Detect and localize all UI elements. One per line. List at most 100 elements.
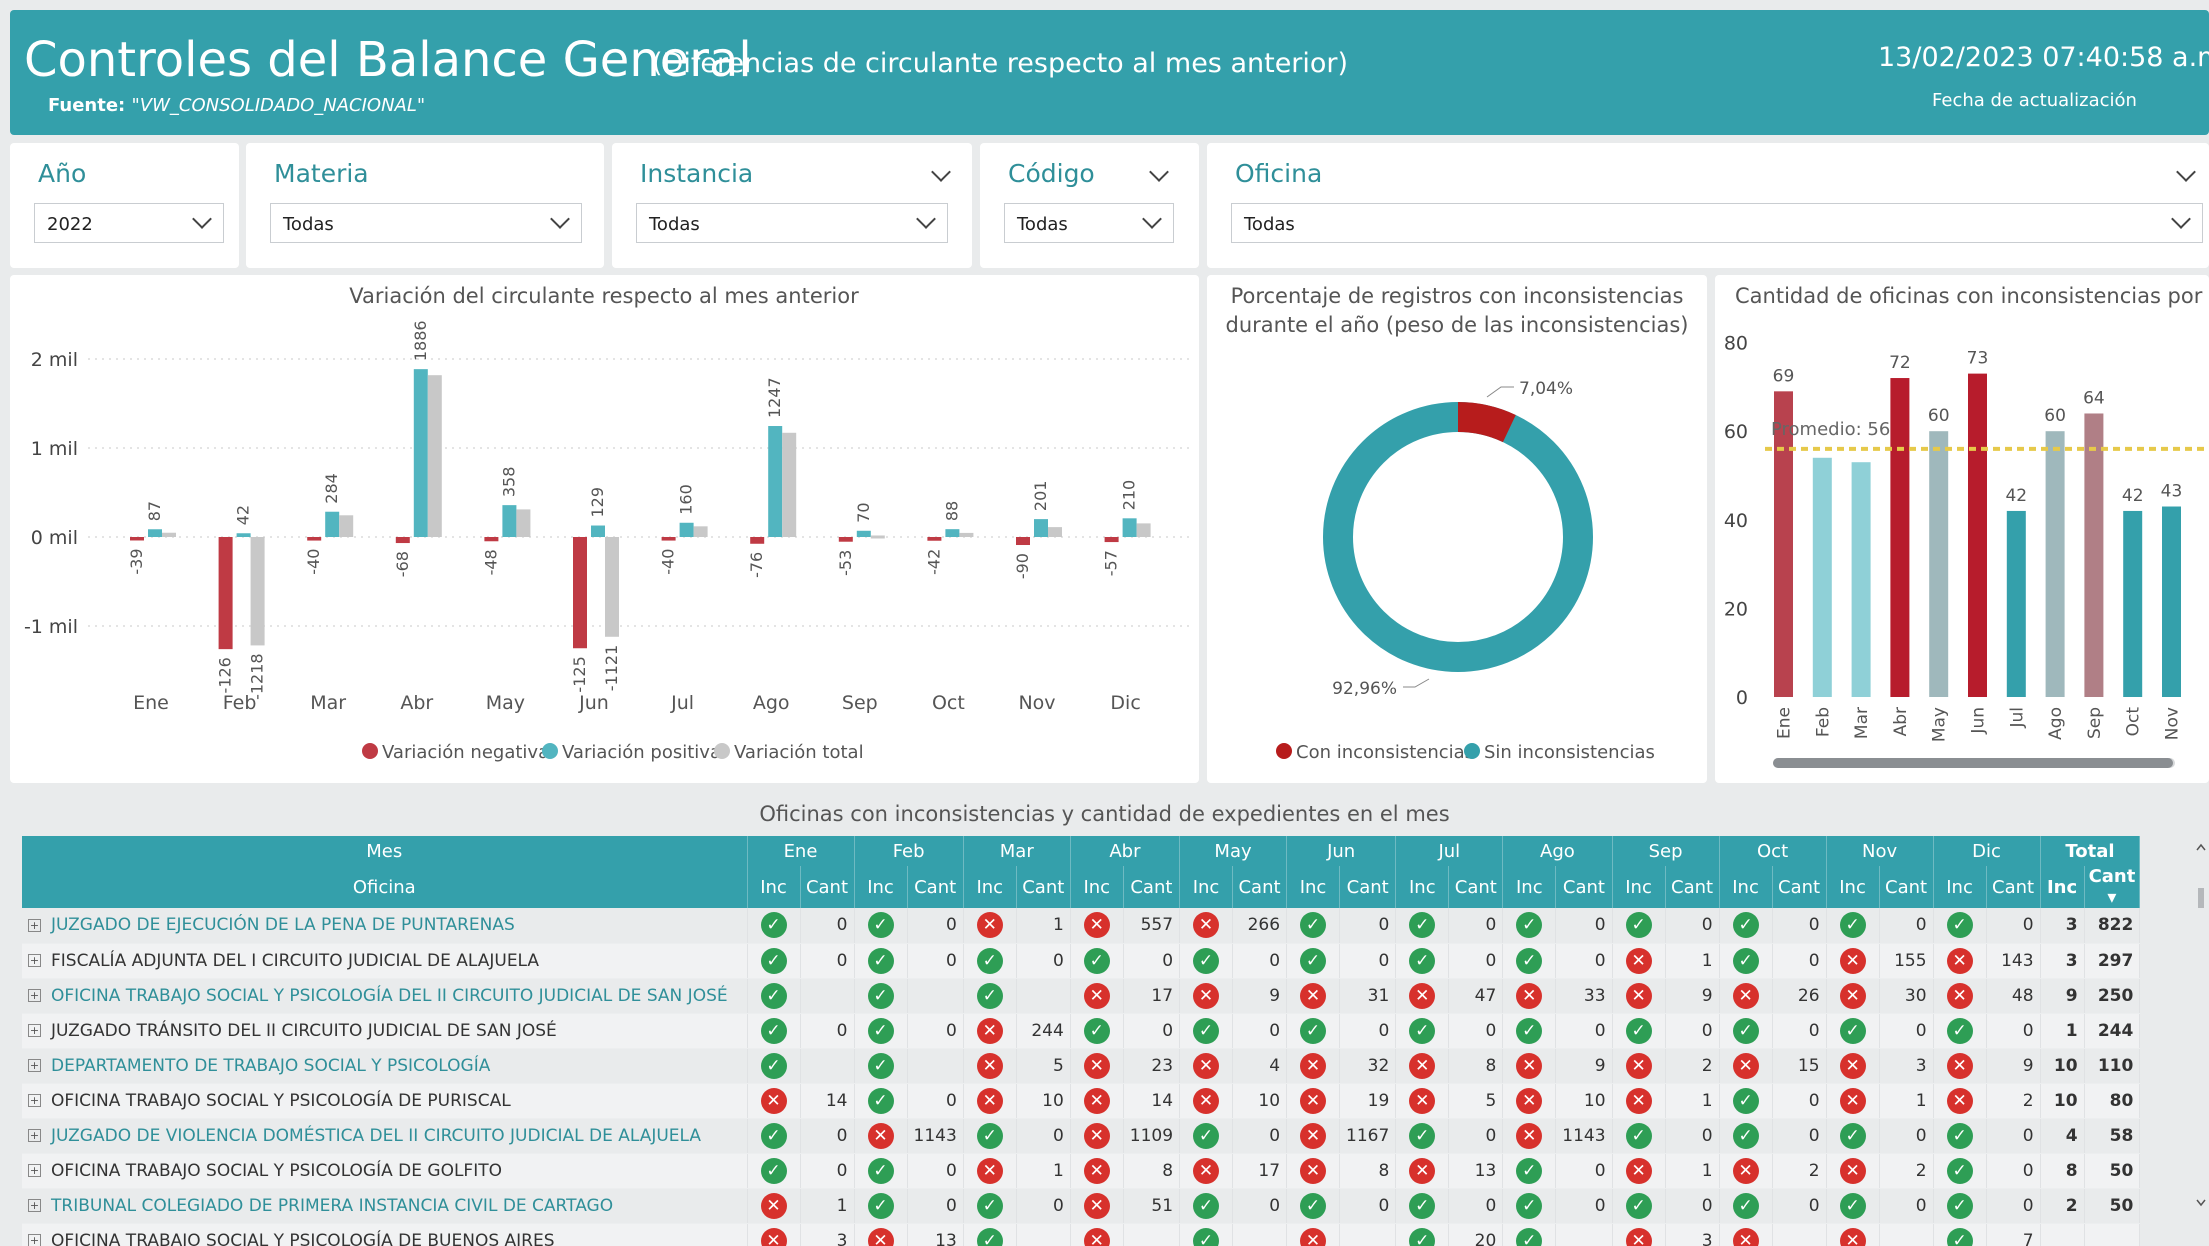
header-month[interactable]: Feb — [854, 836, 964, 866]
x-circle-icon: ✕ — [1732, 1157, 1759, 1184]
bar-negative-label: -48 — [481, 549, 500, 575]
chevron-down-icon[interactable] — [1149, 162, 1169, 182]
x-circle-icon: ✕ — [1625, 1227, 1652, 1246]
header-cant[interactable]: Cant — [1232, 866, 1288, 908]
slicer-year-dropdown[interactable]: 2022 — [34, 203, 224, 243]
header-inc[interactable]: Inc — [1070, 866, 1124, 908]
header-month[interactable]: Oct — [1719, 836, 1827, 866]
header-cant[interactable]: Cant — [907, 866, 964, 908]
header-inc[interactable]: Inc — [747, 866, 801, 908]
header-cant[interactable]: Cant — [1772, 866, 1827, 908]
donut-slice-ok — [1323, 402, 1593, 672]
header-total-cant[interactable]: Cant ▾ — [2084, 866, 2141, 908]
slicer-oficina-dropdown[interactable]: Todas — [1231, 203, 2203, 243]
x-tick-label: Jun — [1969, 707, 1989, 735]
expand-icon[interactable]: + — [28, 989, 41, 1002]
header-mes[interactable]: Mes — [22, 836, 748, 866]
check-circle-icon: ✓ — [867, 1157, 894, 1184]
expand-icon[interactable]: + — [28, 1059, 41, 1072]
header-month[interactable]: Sep — [1612, 836, 1720, 866]
expand-icon[interactable]: + — [28, 1024, 41, 1037]
check-circle-icon: ✓ — [976, 1122, 1003, 1149]
x-circle-icon: ✕ — [760, 1227, 787, 1246]
header-month[interactable]: Nov — [1826, 836, 1934, 866]
expand-icon[interactable]: + — [28, 1199, 41, 1212]
vertical-scrollbar[interactable] — [2196, 838, 2206, 1238]
header-inc[interactable]: Inc — [1719, 866, 1773, 908]
status-cell: ✓ — [1395, 908, 1450, 944]
count-cell: 0 — [1772, 943, 1827, 979]
scrollbar-thumb[interactable] — [1773, 758, 2173, 768]
header-inc[interactable]: Inc — [1826, 866, 1880, 908]
expand-icon[interactable]: + — [28, 918, 41, 932]
scroll-up-icon[interactable] — [2196, 843, 2206, 851]
bar-value-label: 69 — [1773, 366, 1795, 386]
header-oficina[interactable]: Oficina — [22, 866, 748, 908]
header-inc[interactable]: Inc — [1395, 866, 1450, 908]
horizontal-scrollbar[interactable] — [1773, 758, 2175, 768]
header-inc[interactable]: Inc — [1179, 866, 1234, 908]
status-cell: ✕ — [963, 1083, 1017, 1119]
expand-icon[interactable]: + — [28, 1234, 41, 1246]
header-cant[interactable]: Cant — [1986, 866, 2041, 908]
slicer-instancia-dropdown[interactable]: Todas — [636, 203, 948, 243]
count-cell: 17 — [1123, 978, 1181, 1014]
header-inc[interactable]: Inc — [963, 866, 1017, 908]
chevron-down-icon[interactable] — [2176, 162, 2196, 182]
header-cant[interactable]: Cant — [800, 866, 855, 908]
header-cant[interactable]: Cant — [1123, 866, 1181, 908]
chevron-down-icon — [1142, 209, 1162, 229]
check-circle-icon: ✓ — [1300, 1017, 1327, 1044]
header-month[interactable]: Abr — [1070, 836, 1181, 866]
office-name[interactable]: OFICINA TRABAJO SOCIAL Y PSICOLOGÍA DEL … — [51, 986, 728, 1006]
bar-value-label: 64 — [2083, 388, 2105, 408]
scroll-down-icon[interactable] — [2196, 1199, 2206, 1207]
offices-matrix-table: Mes Ene Feb Mar Abr May Jun Jul Ago Sep Oct Nov Dic T… — [22, 836, 2141, 1246]
status-cell: ✓ — [747, 943, 801, 979]
header-month[interactable]: Ago — [1502, 836, 1613, 866]
header-inc[interactable]: Inc — [854, 866, 908, 908]
header-month[interactable]: Ene — [747, 836, 855, 866]
chevron-down-icon[interactable] — [931, 162, 951, 182]
header-cant[interactable]: Cant — [1665, 866, 1720, 908]
header-inc[interactable]: Inc — [1502, 866, 1557, 908]
header-inc[interactable]: Inc — [1933, 866, 1987, 908]
status-cell: ✓ — [1612, 1118, 1666, 1154]
header-inc[interactable]: Inc — [1286, 866, 1341, 908]
office-name[interactable]: DEPARTAMENTO DE TRABAJO SOCIAL Y PSICOLO… — [51, 1056, 490, 1076]
expand-icon[interactable]: + — [28, 1129, 41, 1142]
slicer-instancia-value: Todas — [649, 214, 700, 235]
expand-icon[interactable]: + — [28, 1164, 41, 1177]
expand-icon[interactable]: + — [28, 1094, 41, 1107]
header-total-inc[interactable]: Inc — [2040, 866, 2085, 908]
header-month[interactable]: May — [1179, 836, 1288, 866]
count-cell: 9 — [1232, 978, 1288, 1014]
status-cell: ✕ — [1070, 1083, 1124, 1119]
header-month[interactable]: Mar — [963, 836, 1071, 866]
office-name[interactable]: JUZGADO DE VIOLENCIA DOMÉSTICA DEL II CI… — [51, 1126, 701, 1146]
header-cant[interactable]: Cant — [1339, 866, 1397, 908]
count-cell: 14 — [1123, 1083, 1181, 1119]
office-name[interactable]: JUZGADO DE EJECUCIÓN DE LA PENA DE PUNTA… — [51, 915, 515, 935]
header-month[interactable]: Dic — [1933, 836, 2041, 866]
count-cell: 31 — [1339, 978, 1397, 1014]
header-month[interactable]: Jul — [1395, 836, 1504, 866]
header-cant[interactable]: Cant — [1879, 866, 1934, 908]
x-circle-icon: ✕ — [1193, 1087, 1220, 1114]
slicer-codigo-dropdown[interactable]: Todas — [1004, 203, 1174, 243]
table-row: + OFICINA TRABAJO SOCIAL Y PSICOLOGÍA DE … — [22, 1153, 2141, 1189]
header-cant[interactable]: Cant — [1555, 866, 1613, 908]
header-inc[interactable]: Inc — [1612, 866, 1666, 908]
header-total[interactable]: Total — [2040, 836, 2141, 866]
total-inc-cell: 10 — [2040, 1083, 2085, 1119]
office-name[interactable]: TRIBUNAL COLEGIADO DE PRIMERA INSTANCIA … — [51, 1196, 613, 1216]
x-circle-icon: ✕ — [1839, 1157, 1866, 1184]
scrollbar-thumb[interactable] — [2198, 888, 2204, 908]
expand-icon[interactable]: + — [28, 954, 41, 967]
header-month[interactable]: Jun — [1286, 836, 1397, 866]
slicer-materia-dropdown[interactable]: Todas — [270, 203, 582, 243]
header-cant[interactable]: Cant — [1016, 866, 1071, 908]
slice-label: 7,04% — [1519, 379, 1573, 399]
bar — [1851, 462, 1871, 697]
header-cant[interactable]: Cant — [1448, 866, 1504, 908]
